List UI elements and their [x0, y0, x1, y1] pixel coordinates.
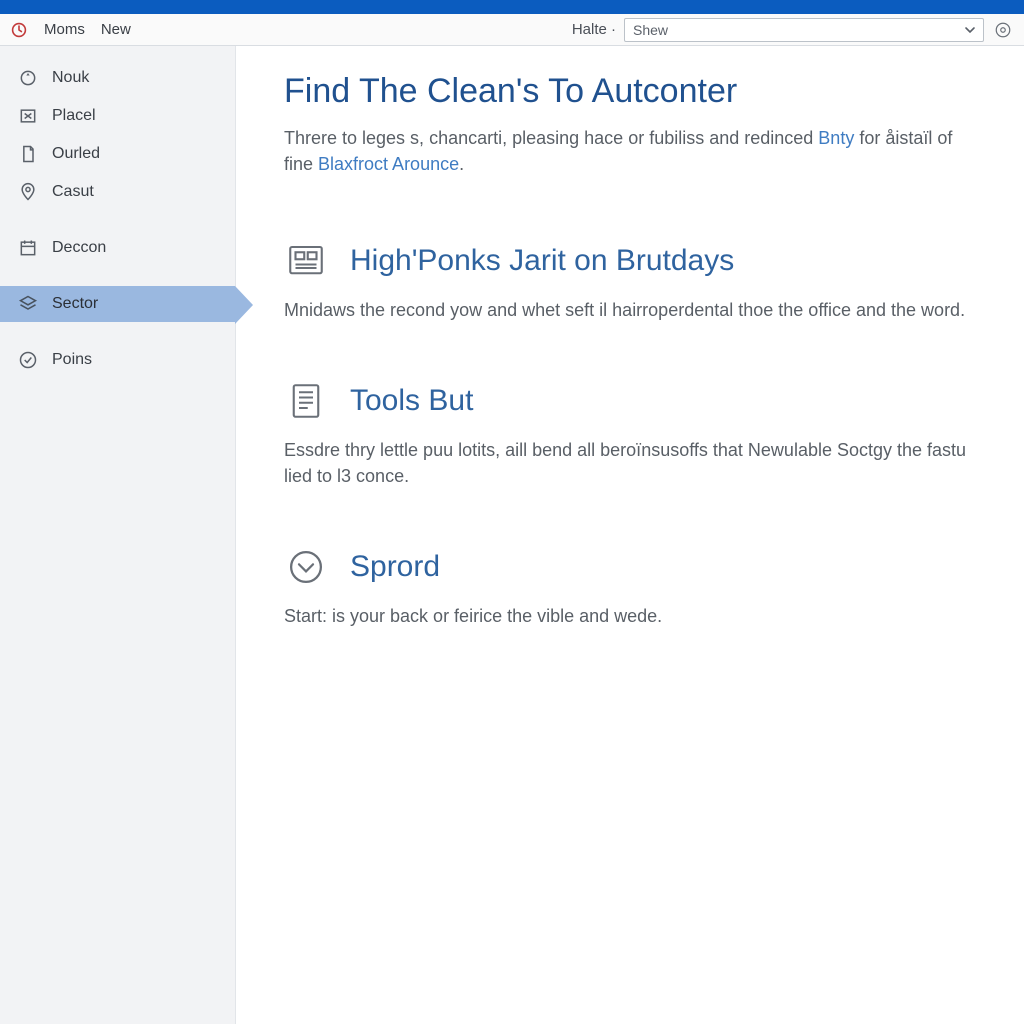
sidebar-item-poins[interactable]: Poins	[0, 342, 235, 378]
layers-icon	[18, 294, 38, 314]
check-circle-icon	[18, 350, 38, 370]
section-high-ponks: High'Ponks Jarit on Brutdays Mnidaws the…	[284, 239, 976, 323]
menu-new[interactable]: New	[101, 21, 131, 38]
sidebar-item-placel[interactable]: Placel	[0, 98, 235, 134]
show-dropdown-value: Shew	[633, 22, 668, 38]
location-pin-icon	[18, 182, 38, 202]
note-list-icon	[284, 379, 328, 423]
chevron-down-icon	[963, 23, 977, 37]
halte-label: Halte ·	[572, 21, 616, 38]
section-tools-but: Tools But Essdre thry lettle puu lotits,…	[284, 379, 976, 489]
gear-button[interactable]	[992, 19, 1014, 41]
sidebar-item-label: Poins	[52, 351, 92, 369]
toolbar: Moms New Halte · Shew	[0, 14, 1024, 46]
app-icon	[10, 21, 28, 39]
section-title: Tools But	[350, 384, 473, 418]
section-body: Mnidaws the recond yow and whet seft il …	[284, 297, 976, 323]
section-body: Essdre thry lettle puu lotits, aill bend…	[284, 437, 976, 489]
chevron-down-circle-icon	[284, 545, 328, 589]
sidebar-item-label: Sector	[52, 295, 98, 313]
calendar-icon	[18, 238, 38, 258]
sidebar-item-label: Casut	[52, 183, 94, 201]
refresh-icon	[18, 68, 38, 88]
gear-icon	[994, 21, 1012, 39]
intro-link-bnty[interactable]: Bnty	[818, 128, 854, 148]
sidebar-item-label: Ourled	[52, 145, 100, 163]
sidebar: Nouk Placel Ourled Casut Deccon	[0, 46, 236, 1024]
sidebar-item-label: Deccon	[52, 239, 106, 257]
section-sprord: Sprord Start: is your back or feirice th…	[284, 545, 976, 629]
page-title: Find The Clean's To Autconter	[284, 72, 976, 111]
menu-moms[interactable]: Moms	[44, 21, 85, 38]
section-title: Sprord	[350, 550, 440, 584]
intro-link-blaxfroct[interactable]: Blaxfroct Arounce	[318, 154, 459, 174]
titlebar	[0, 0, 1024, 14]
section-title: High'Ponks Jarit on Brutdays	[350, 244, 734, 278]
sidebar-item-deccon[interactable]: Deccon	[0, 230, 235, 266]
sidebar-item-sector[interactable]: Sector	[0, 286, 235, 322]
show-dropdown[interactable]: Shew	[624, 18, 984, 42]
sidebar-item-nouk[interactable]: Nouk	[0, 60, 235, 96]
sidebar-item-label: Nouk	[52, 69, 89, 87]
sidebar-item-ourled[interactable]: Ourled	[0, 136, 235, 172]
section-body: Start: is your back or feirice the vible…	[284, 603, 976, 629]
box-x-icon	[18, 106, 38, 126]
sidebar-item-casut[interactable]: Casut	[0, 174, 235, 210]
dashboard-icon	[284, 239, 328, 283]
content-area: Find The Clean's To Autconter Threre to …	[236, 46, 1024, 1024]
document-icon	[18, 144, 38, 164]
sidebar-item-label: Placel	[52, 107, 96, 125]
intro-paragraph: Threre to leges s, chancarti, pleasing h…	[284, 125, 974, 177]
